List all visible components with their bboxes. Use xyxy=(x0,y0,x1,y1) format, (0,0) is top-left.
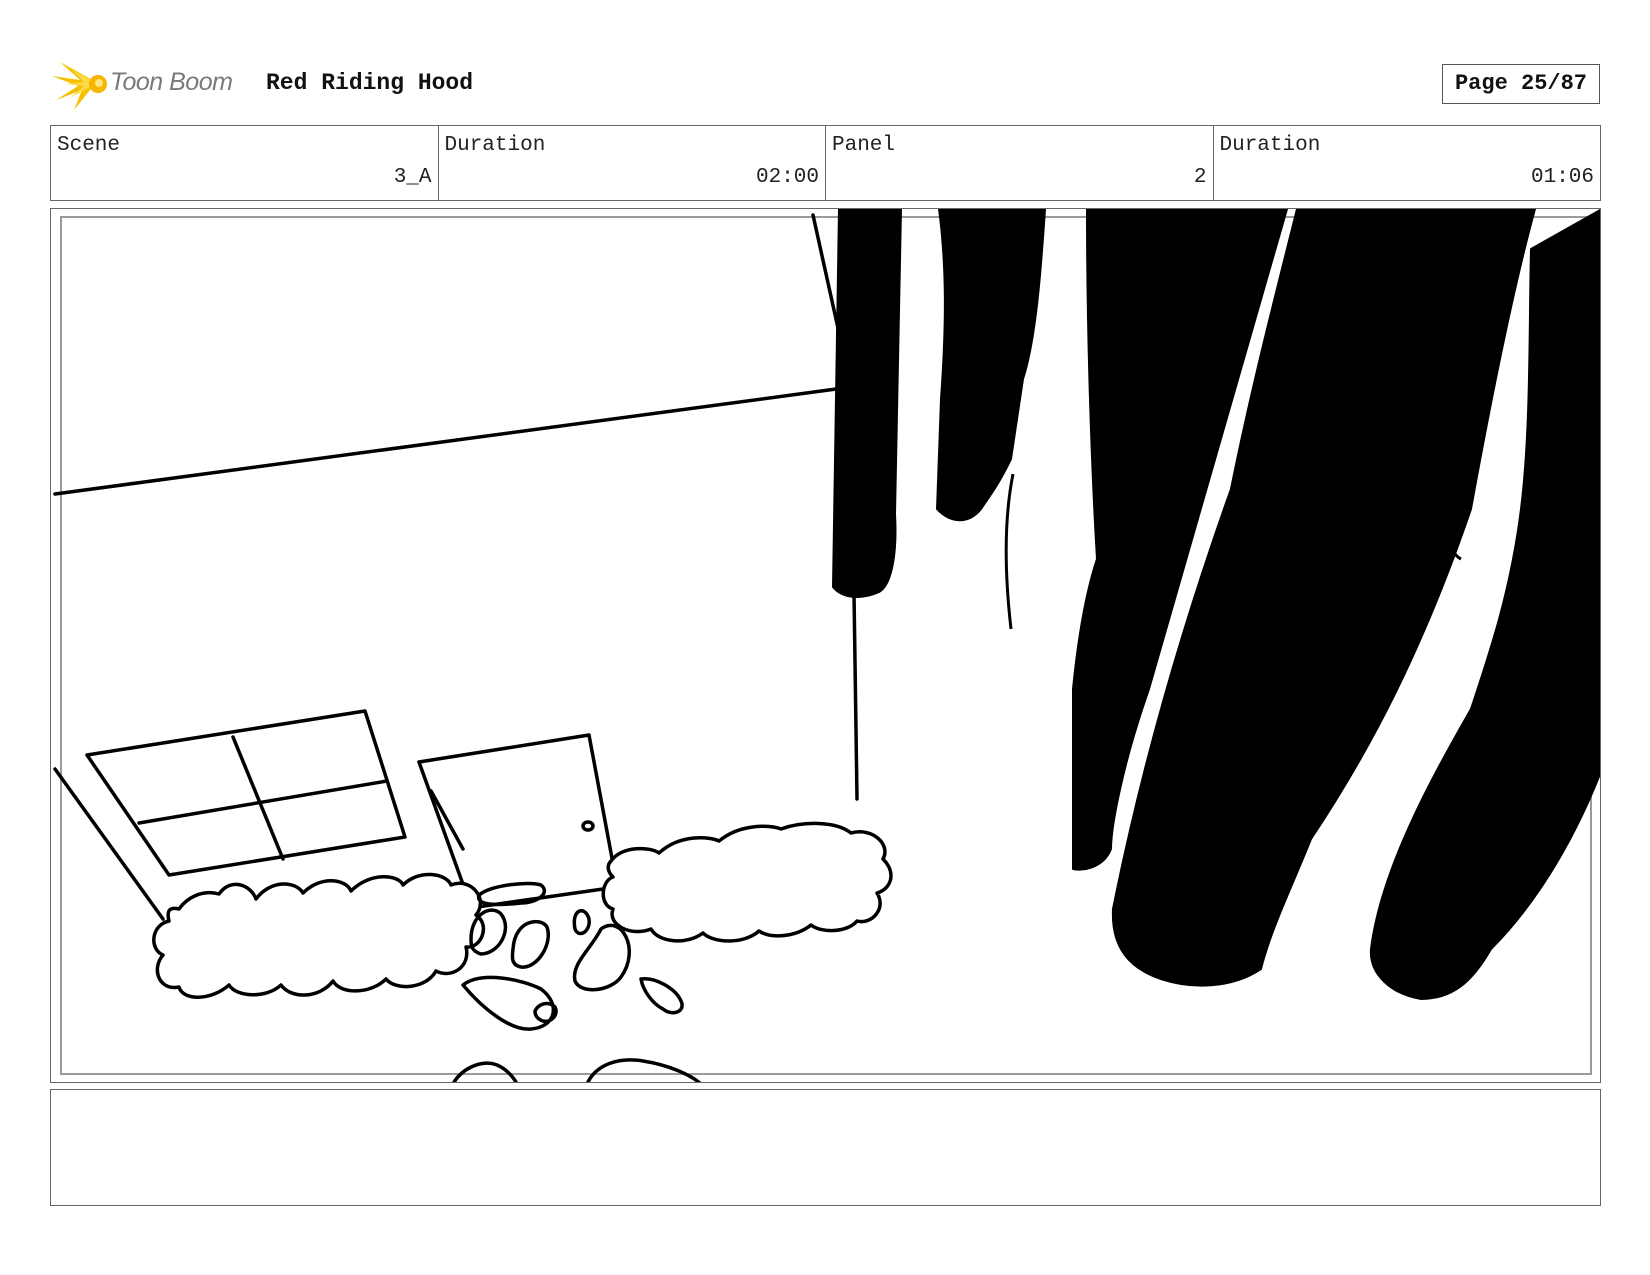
scene-cell: Scene 3_A xyxy=(51,126,439,200)
toon-boom-logo: Toon Boom xyxy=(52,56,252,112)
panel-sketch xyxy=(53,209,1600,1082)
tree-trunks xyxy=(832,209,1600,1000)
scene-duration-label: Duration xyxy=(444,134,546,157)
house-linework xyxy=(53,213,859,921)
scene-info-table: Scene 3_A Duration 02:00 Panel 2 Duratio… xyxy=(50,125,1601,201)
panel-notes-box xyxy=(50,1089,1601,1206)
page-indicator: Page 25/87 xyxy=(1442,64,1600,104)
panel-cell: Panel 2 xyxy=(826,126,1214,200)
scene-duration-cell: Duration 02:00 xyxy=(439,126,826,200)
starburst-logo-icon xyxy=(52,62,107,110)
bushes xyxy=(152,821,893,999)
panel-value: 2 xyxy=(1193,166,1207,189)
scene-duration-value: 02:00 xyxy=(755,166,819,189)
panel-duration-label: Duration xyxy=(1219,134,1321,157)
panel-duration-value: 01:06 xyxy=(1530,166,1594,189)
project-title: Red Riding Hood xyxy=(266,70,474,96)
scene-label: Scene xyxy=(57,134,121,157)
scene-value: 3_A xyxy=(393,166,432,189)
logo-text: Toon Boom xyxy=(110,68,233,96)
panel-duration-cell: Duration 01:06 xyxy=(1214,126,1601,200)
panel-label: Panel xyxy=(832,134,896,157)
storyboard-panel xyxy=(50,208,1601,1083)
